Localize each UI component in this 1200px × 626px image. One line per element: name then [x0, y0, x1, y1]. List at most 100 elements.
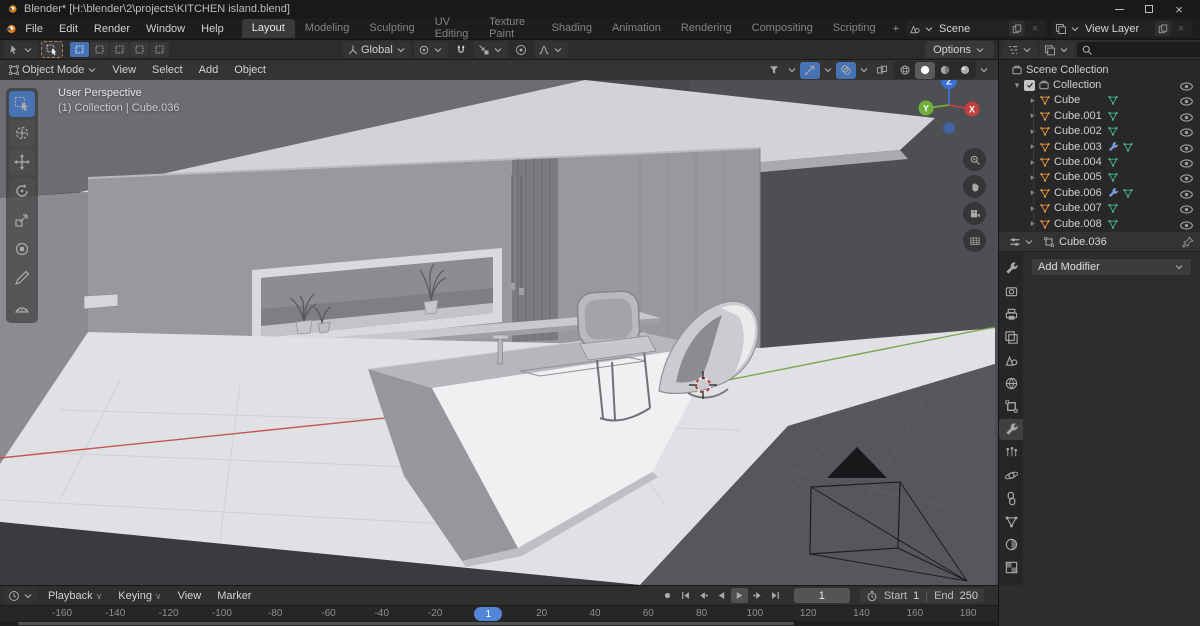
properties-tab-modifiers[interactable]: [999, 419, 1023, 440]
transform-orientation-dropdown[interactable]: Global: [343, 41, 411, 58]
outliner-item-cube-005[interactable]: ▸Cube.005: [999, 170, 1200, 185]
add-workspace-button[interactable]: +: [886, 21, 906, 37]
shading-material-button[interactable]: [935, 62, 955, 79]
options-button[interactable]: Options: [925, 41, 994, 58]
shading-solid-button[interactable]: [915, 61, 935, 79]
next-keyframe-button[interactable]: [749, 588, 766, 603]
scene-selector[interactable]: Scene ×: [906, 20, 1046, 37]
close-button[interactable]: ×: [1164, 0, 1194, 18]
tool-transform-button[interactable]: [9, 236, 35, 262]
outliner-item-cube-004[interactable]: ▸Cube.004: [999, 154, 1200, 169]
timeline-menu-marker[interactable]: Marker: [209, 588, 259, 604]
maximize-button[interactable]: [1134, 0, 1164, 18]
play-button[interactable]: [730, 588, 748, 603]
properties-tab-view-layer[interactable]: [999, 327, 1023, 348]
chevron-down-icon[interactable]: [978, 64, 990, 76]
tool-cursor-button[interactable]: [9, 120, 35, 146]
hide-toggle-eye-icon[interactable]: [1179, 125, 1194, 137]
outliner-item-cube-001[interactable]: ▸Cube.001: [999, 108, 1200, 123]
viewport-menu-object[interactable]: Object: [226, 62, 274, 78]
properties-tab-texture[interactable]: [999, 557, 1023, 578]
record-button[interactable]: [659, 588, 676, 603]
timeline-ruler[interactable]: -160 -140 -120 -100 -80 -60 -40 -20 1 20 40 60 80 100…: [0, 605, 998, 621]
select-mode-extend[interactable]: [90, 42, 109, 57]
hide-toggle-eye-icon[interactable]: [1179, 94, 1194, 107]
proportional-editing-toggle[interactable]: [511, 41, 531, 58]
view-layer-selector[interactable]: View Layer ×: [1052, 20, 1192, 37]
tab-shading[interactable]: Shading: [542, 19, 602, 38]
shading-rendered-button[interactable]: [955, 62, 975, 79]
properties-tab-physics[interactable]: [999, 465, 1023, 486]
properties-tab-data[interactable]: [999, 511, 1023, 532]
timeline-menu-view[interactable]: View: [170, 588, 210, 604]
properties-tab-object[interactable]: [999, 396, 1023, 417]
outliner-item-cube-006[interactable]: ▸Cube.006: [999, 185, 1200, 200]
outliner-search-input[interactable]: [1096, 44, 1200, 55]
outliner-row-scene-collection[interactable]: Scene Collection: [999, 62, 1200, 77]
outliner-display-mode-button[interactable]: [1040, 41, 1074, 58]
tab-layout[interactable]: Layout: [241, 19, 295, 38]
hide-toggle-eye-icon[interactable]: [1179, 187, 1194, 199]
outliner-item-cube-003[interactable]: ▸Cube.003: [999, 139, 1200, 154]
properties-tab-tool[interactable]: [999, 258, 1023, 279]
pin-icon[interactable]: [1182, 235, 1194, 248]
hide-toggle-eye-icon[interactable]: [1179, 110, 1194, 122]
tab-rendering[interactable]: Rendering: [671, 19, 742, 38]
properties-tab-scene[interactable]: [999, 350, 1023, 371]
viewport-menu-view[interactable]: View: [104, 62, 144, 78]
end-frame-field[interactable]: 250: [960, 590, 978, 602]
menu-help[interactable]: Help: [193, 21, 232, 37]
object-types-visibility-button[interactable]: [764, 62, 784, 79]
gizmo-negative-z-axis[interactable]: [943, 122, 955, 134]
hide-toggle-eye-icon[interactable]: [1179, 141, 1194, 153]
jump-end-button[interactable]: [767, 588, 784, 603]
editor-type-button[interactable]: [4, 41, 38, 58]
tool-select-box-button[interactable]: [9, 91, 35, 117]
chevron-down-icon[interactable]: [858, 64, 870, 76]
outliner-editor-type-button[interactable]: [1003, 41, 1037, 58]
timeline-menu-keying[interactable]: Keying ∨: [110, 588, 169, 604]
current-frame-field[interactable]: 1: [793, 588, 850, 603]
proportional-falloff-dropdown[interactable]: [533, 41, 568, 58]
tool-rotate-button[interactable]: [9, 178, 35, 204]
active-tool-button[interactable]: [41, 41, 63, 58]
timeline-editor-type-button[interactable]: [4, 587, 38, 604]
blender-menu-icon[interactable]: [4, 22, 17, 36]
start-frame-field[interactable]: 1: [913, 590, 919, 602]
new-scene-button[interactable]: [1009, 21, 1025, 36]
properties-tab-particles[interactable]: [999, 442, 1023, 463]
overlays-button[interactable]: [836, 61, 856, 79]
menu-edit[interactable]: Edit: [51, 21, 86, 37]
tool-measure-button[interactable]: [9, 294, 35, 320]
properties-tab-constraints[interactable]: [999, 488, 1023, 509]
pivot-point-dropdown[interactable]: [413, 41, 448, 58]
xray-toggle[interactable]: [872, 62, 892, 79]
viewport-scene[interactable]: [0, 80, 998, 585]
snap-toggle[interactable]: [451, 41, 471, 58]
tab-scripting[interactable]: Scripting: [823, 19, 886, 38]
gizmos-button[interactable]: [800, 61, 820, 79]
outliner-item-cube-008[interactable]: ▸Cube.008: [999, 216, 1200, 231]
menu-render[interactable]: Render: [86, 21, 138, 37]
prev-keyframe-button[interactable]: [695, 588, 712, 603]
outliner-item-cube-002[interactable]: ▸Cube.002: [999, 124, 1200, 139]
hide-toggle-eye-icon[interactable]: [1179, 79, 1194, 91]
shading-wireframe-button[interactable]: [895, 62, 915, 79]
hide-toggle-eye-icon[interactable]: [1179, 202, 1194, 214]
jump-start-button[interactable]: [677, 588, 694, 603]
scrollbar-thumb[interactable]: [18, 622, 794, 625]
collection-checkbox[interactable]: [1024, 79, 1035, 91]
properties-editor-type-button[interactable]: [1005, 233, 1039, 250]
timeline-menu-playback[interactable]: Playback ∨: [40, 588, 110, 604]
properties-tab-output[interactable]: [999, 304, 1023, 325]
minimize-button[interactable]: [1104, 0, 1134, 18]
properties-tab-render[interactable]: [999, 281, 1023, 302]
timeline-scrollbar[interactable]: [0, 621, 998, 626]
hide-toggle-eye-icon[interactable]: [1179, 218, 1194, 230]
collapse-icon[interactable]: ▾: [1011, 80, 1023, 91]
outliner-item-cube-007[interactable]: ▸Cube.007: [999, 201, 1200, 216]
mode-dropdown[interactable]: Object Mode: [4, 61, 103, 79]
viewport-menu-select[interactable]: Select: [144, 62, 191, 78]
tool-annotate-button[interactable]: [9, 265, 35, 291]
outliner-search[interactable]: [1077, 42, 1200, 57]
